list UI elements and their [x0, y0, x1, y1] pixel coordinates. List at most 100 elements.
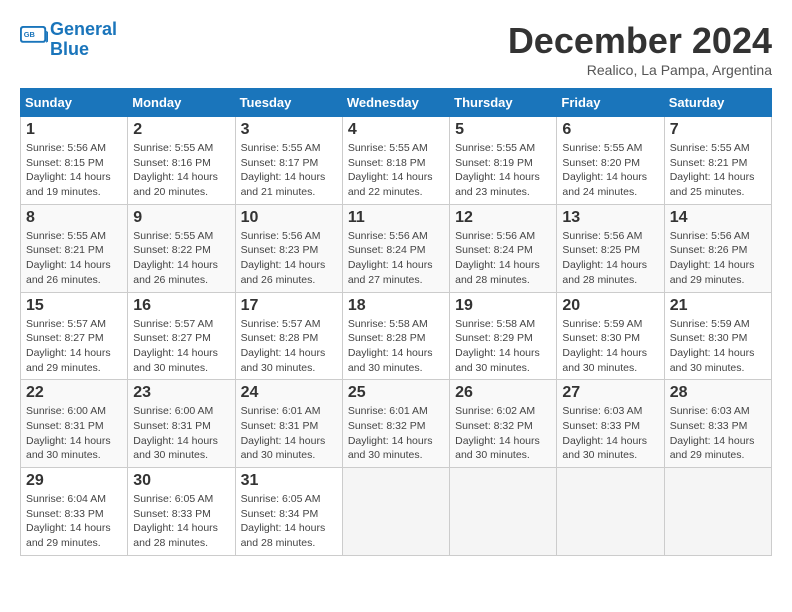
day-info: Sunrise: 6:01 AMSunset: 8:32 PMDaylight:… [348, 404, 444, 463]
calendar-cell: 2 Sunrise: 5:55 AMSunset: 8:16 PMDaylight… [128, 117, 235, 205]
day-info: Sunrise: 5:55 AMSunset: 8:20 PMDaylight:… [562, 141, 658, 200]
calendar-cell: 31Sunrise: 6:05 AMSunset: 8:34 PMDayligh… [235, 468, 342, 556]
day-number: 12 [455, 209, 551, 227]
day-info: Sunrise: 5:55 AMSunset: 8:18 PMDaylight:… [348, 141, 444, 200]
day-info: Sunrise: 5:59 AMSunset: 8:30 PMDaylight:… [670, 317, 766, 376]
day-number: 7 [670, 121, 766, 139]
logo: GB General Blue [20, 20, 117, 60]
calendar-week-row: 15 Sunrise: 5:57 AMSunset: 8:27 PMDayligh… [21, 292, 772, 380]
calendar-cell: 9 Sunrise: 5:55 AMSunset: 8:22 PMDaylight… [128, 204, 235, 292]
title-area: December 2024 Realico, La Pampa, Argenti… [508, 20, 772, 78]
day-number: 15 [26, 297, 122, 315]
day-number: 14 [670, 209, 766, 227]
calendar-cell: 25 Sunrise: 6:01 AMSunset: 8:32 PMDayligh… [342, 380, 449, 468]
day-info: Sunrise: 6:00 AMSunset: 8:31 PMDaylight:… [133, 404, 229, 463]
day-info: Sunrise: 5:56 AMSunset: 8:25 PMDaylight:… [562, 229, 658, 288]
month-title: December 2024 [508, 20, 772, 62]
day-number: 20 [562, 297, 658, 315]
header-sunday: Sunday [21, 89, 128, 117]
day-number: 3 [241, 121, 337, 139]
calendar-cell: 6 Sunrise: 5:55 AMSunset: 8:20 PMDaylight… [557, 117, 664, 205]
day-number: 4 [348, 121, 444, 139]
day-number: 22 [26, 384, 122, 402]
calendar-cell: 26 Sunrise: 6:02 AMSunset: 8:32 PMDayligh… [450, 380, 557, 468]
day-info: Sunrise: 5:56 AMSunset: 8:15 PMDaylight:… [26, 141, 122, 200]
day-number: 1 [26, 121, 122, 139]
day-info: Sunrise: 5:56 AMSunset: 8:24 PMDaylight:… [348, 229, 444, 288]
calendar-cell: 3 Sunrise: 5:55 AMSunset: 8:17 PMDaylight… [235, 117, 342, 205]
day-info: Sunrise: 5:55 AMSunset: 8:21 PMDaylight:… [26, 229, 122, 288]
day-number: 13 [562, 209, 658, 227]
day-number: 23 [133, 384, 229, 402]
svg-text:GB: GB [24, 30, 36, 39]
calendar-cell: 13 Sunrise: 5:56 AMSunset: 8:25 PMDayligh… [557, 204, 664, 292]
day-number: 27 [562, 384, 658, 402]
header-thursday: Thursday [450, 89, 557, 117]
header-monday: Monday [128, 89, 235, 117]
header-saturday: Saturday [664, 89, 771, 117]
calendar-cell: 15Sunrise: 5:57 AMSunset: 8:27 PMDayligh… [21, 292, 128, 380]
day-info: Sunrise: 5:55 AMSunset: 8:16 PMDaylight:… [133, 141, 229, 200]
day-number: 10 [241, 209, 337, 227]
calendar-cell: 20 Sunrise: 5:59 AMSunset: 8:30 PMDayligh… [557, 292, 664, 380]
day-number: 29 [26, 472, 122, 490]
day-number: 6 [562, 121, 658, 139]
calendar-cell: 29 Sunrise: 6:04 AMSunset: 8:33 PMDayligh… [21, 468, 128, 556]
calendar-table: SundayMondayTuesdayWednesdayThursdayFrid… [20, 88, 772, 556]
day-info: Sunrise: 6:02 AMSunset: 8:32 PMDaylight:… [455, 404, 551, 463]
calendar-cell: 30Sunrise: 6:05 AMSunset: 8:33 PMDayligh… [128, 468, 235, 556]
day-number: 11 [348, 209, 444, 227]
day-number: 16 [133, 297, 229, 315]
page-header: GB General Blue December 2024 Realico, L… [20, 20, 772, 78]
day-number: 25 [348, 384, 444, 402]
day-number: 26 [455, 384, 551, 402]
logo-general: General [50, 19, 117, 39]
day-number: 31 [241, 472, 337, 490]
day-info: Sunrise: 6:01 AMSunset: 8:31 PMDaylight:… [241, 404, 337, 463]
day-info: Sunrise: 5:56 AMSunset: 8:23 PMDaylight:… [241, 229, 337, 288]
day-info: Sunrise: 5:56 AMSunset: 8:26 PMDaylight:… [670, 229, 766, 288]
logo-blue: Blue [50, 39, 89, 59]
day-number: 2 [133, 121, 229, 139]
day-info: Sunrise: 5:55 AMSunset: 8:17 PMDaylight:… [241, 141, 337, 200]
calendar-cell: 7 Sunrise: 5:55 AMSunset: 8:21 PMDaylight… [664, 117, 771, 205]
header-tuesday: Tuesday [235, 89, 342, 117]
day-info: Sunrise: 6:00 AMSunset: 8:31 PMDaylight:… [26, 404, 122, 463]
day-info: Sunrise: 6:04 AMSunset: 8:33 PMDaylight:… [26, 492, 122, 551]
calendar-cell: 19Sunrise: 5:58 AMSunset: 8:29 PMDayligh… [450, 292, 557, 380]
calendar-cell [557, 468, 664, 556]
day-number: 9 [133, 209, 229, 227]
day-info: Sunrise: 5:58 AMSunset: 8:28 PMDaylight:… [348, 317, 444, 376]
calendar-cell: 5Sunrise: 5:55 AMSunset: 8:19 PMDaylight… [450, 117, 557, 205]
calendar-cell: 24 Sunrise: 6:01 AMSunset: 8:31 PMDayligh… [235, 380, 342, 468]
day-number: 24 [241, 384, 337, 402]
calendar-week-row: 1 Sunrise: 5:56 AMSunset: 8:15 PMDaylight… [21, 117, 772, 205]
day-info: Sunrise: 5:55 AMSunset: 8:22 PMDaylight:… [133, 229, 229, 288]
day-info: Sunrise: 5:57 AMSunset: 8:28 PMDaylight:… [241, 317, 337, 376]
calendar-week-row: 29 Sunrise: 6:04 AMSunset: 8:33 PMDayligh… [21, 468, 772, 556]
day-info: Sunrise: 5:59 AMSunset: 8:30 PMDaylight:… [562, 317, 658, 376]
calendar-cell [450, 468, 557, 556]
calendar-cell: 16 Sunrise: 5:57 AMSunset: 8:27 PMDayligh… [128, 292, 235, 380]
day-info: Sunrise: 5:55 AMSunset: 8:19 PMDaylight:… [455, 141, 551, 200]
calendar-cell: 28Sunrise: 6:03 AMSunset: 8:33 PMDayligh… [664, 380, 771, 468]
day-info: Sunrise: 5:56 AMSunset: 8:24 PMDaylight:… [455, 229, 551, 288]
day-info: Sunrise: 5:58 AMSunset: 8:29 PMDaylight:… [455, 317, 551, 376]
header-friday: Friday [557, 89, 664, 117]
day-info: Sunrise: 5:55 AMSunset: 8:21 PMDaylight:… [670, 141, 766, 200]
day-number: 21 [670, 297, 766, 315]
calendar-cell: 8Sunrise: 5:55 AMSunset: 8:21 PMDaylight… [21, 204, 128, 292]
day-number: 18 [348, 297, 444, 315]
day-number: 17 [241, 297, 337, 315]
calendar-week-row: 8Sunrise: 5:55 AMSunset: 8:21 PMDaylight… [21, 204, 772, 292]
calendar-cell: 18 Sunrise: 5:58 AMSunset: 8:28 PMDayligh… [342, 292, 449, 380]
calendar-cell: 10 Sunrise: 5:56 AMSunset: 8:23 PMDayligh… [235, 204, 342, 292]
calendar-cell: 4 Sunrise: 5:55 AMSunset: 8:18 PMDaylight… [342, 117, 449, 205]
calendar-cell: 17 Sunrise: 5:57 AMSunset: 8:28 PMDayligh… [235, 292, 342, 380]
calendar-cell: 22 Sunrise: 6:00 AMSunset: 8:31 PMDayligh… [21, 380, 128, 468]
day-info: Sunrise: 5:57 AMSunset: 8:27 PMDaylight:… [133, 317, 229, 376]
calendar-cell: 21 Sunrise: 5:59 AMSunset: 8:30 PMDayligh… [664, 292, 771, 380]
calendar-cell: 11 Sunrise: 5:56 AMSunset: 8:24 PMDayligh… [342, 204, 449, 292]
header-wednesday: Wednesday [342, 89, 449, 117]
day-info: Sunrise: 6:03 AMSunset: 8:33 PMDaylight:… [670, 404, 766, 463]
